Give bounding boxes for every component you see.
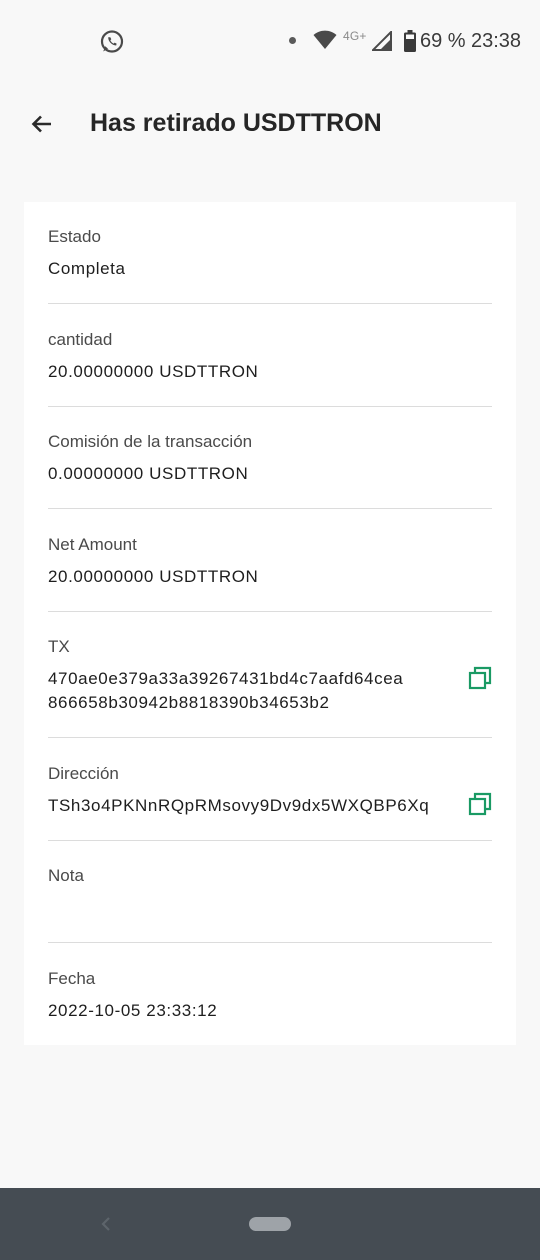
- date-label: Fecha: [48, 969, 96, 988]
- divider: [48, 737, 492, 738]
- arrow-left-icon: [31, 115, 51, 133]
- wifi-icon: [313, 30, 337, 49]
- nav-back-icon[interactable]: [96, 1212, 116, 1236]
- fee-value: 0.00000000 USDTTRON: [48, 464, 249, 483]
- net-amount-value: 20.00000000 USDTTRON: [48, 567, 259, 586]
- notification-dot-icon: [289, 37, 296, 44]
- signal-icon: [372, 31, 392, 51]
- net-amount-label: Net Amount: [48, 535, 137, 554]
- status-label: Estado: [48, 227, 101, 246]
- page-title: Has retirado USDTTRON: [90, 109, 382, 137]
- address-value: TSh3o4PKNnRQpRMsovy9Dv9dx5WXQBP6Xq: [48, 796, 430, 815]
- copy-icon: [468, 792, 492, 816]
- divider: [48, 508, 492, 509]
- battery-percentage: 69 %: [420, 30, 466, 52]
- copy-icon: [468, 666, 492, 690]
- note-label: Nota: [48, 866, 84, 885]
- system-nav-bar: [0, 1188, 540, 1260]
- withdrawal-details-card: Estado Completa cantidad 20.00000000 USD…: [24, 202, 516, 1045]
- tx-label: TX: [48, 637, 70, 656]
- amount-label: cantidad: [48, 330, 113, 349]
- status-bar: 4G+ 69 % 23:38: [0, 0, 540, 84]
- divider: [48, 303, 492, 304]
- divider: [48, 840, 492, 841]
- divider: [48, 942, 492, 943]
- tx-hash-line-2: 866658b30942b8818390b34653b2: [48, 693, 330, 712]
- back-button[interactable]: [24, 106, 60, 142]
- divider: [48, 611, 492, 612]
- fee-label: Comisión de la transacción: [48, 432, 253, 451]
- amount-value: 20.00000000 USDTTRON: [48, 362, 259, 381]
- divider: [48, 406, 492, 407]
- network-type-label: 4G+: [343, 29, 367, 43]
- copy-tx-button[interactable]: [468, 666, 492, 690]
- nav-home-pill[interactable]: [249, 1217, 291, 1231]
- whatsapp-icon: [100, 30, 124, 53]
- tx-hash-line-1: 470ae0e379a33a39267431bd4c7aafd64cea: [48, 669, 404, 688]
- date-value: 2022-10-05 23:33:12: [48, 1001, 218, 1020]
- status-value: Completa: [48, 259, 126, 278]
- copy-address-button[interactable]: [468, 792, 492, 816]
- address-label: Dirección: [48, 764, 119, 783]
- status-time: 23:38: [471, 30, 522, 52]
- battery-icon: [404, 30, 416, 52]
